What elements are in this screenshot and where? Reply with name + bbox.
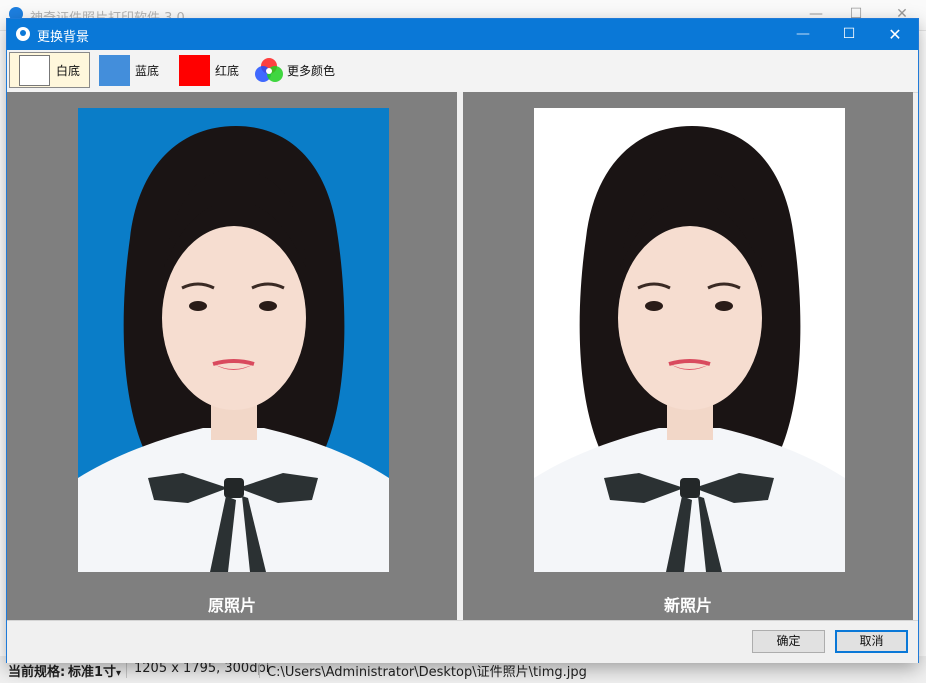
original-photo-panel: 原照片 [7, 92, 457, 620]
original-photo [78, 108, 389, 572]
dialog-title: 更换背景 [37, 30, 90, 45]
spec-label: 当前规格: [8, 665, 66, 680]
file-path-text: C:\Users\Administrator\Desktop\证件照片\timg… [267, 665, 587, 680]
dialog-maximize-button[interactable]: ☐ [826, 19, 872, 50]
spec-value: 标准1寸 [68, 665, 117, 680]
red-background-button[interactable]: 红底 [177, 52, 251, 88]
ok-button[interactable]: 确定 [752, 630, 825, 653]
more-colors-button[interactable]: 更多颜色 [253, 52, 345, 88]
dialog-titlebar: 更换背景 — ☐ ✕ [7, 19, 918, 50]
chevron-down-icon: ▾ [116, 668, 122, 679]
blue-background-button[interactable]: 蓝底 [97, 52, 171, 88]
red-swatch [179, 55, 210, 86]
new-photo [534, 108, 845, 572]
change-background-dialog: 更换背景 — ☐ ✕ 白底 蓝底 红底 更多颜色 原照片 新照片 确定 取消 [7, 19, 918, 663]
spec-dropdown[interactable]: 标准1寸▾ [68, 661, 121, 680]
dialog-close-button[interactable]: ✕ [872, 19, 918, 50]
white-background-button[interactable]: 白底 [9, 52, 90, 88]
blue-background-label: 蓝底 [135, 64, 160, 78]
original-photo-caption: 原照片 [207, 596, 256, 615]
portrait-image [78, 126, 389, 572]
background-color-toolbar: 白底 蓝底 红底 更多颜色 [7, 50, 918, 93]
blue-swatch [99, 55, 130, 86]
white-swatch [19, 55, 50, 86]
white-background-label: 白底 [56, 64, 81, 78]
rgb-color-wheel-icon [255, 58, 283, 82]
new-photo-caption: 新照片 [663, 596, 712, 615]
cancel-button[interactable]: 取消 [835, 630, 908, 653]
dialog-minimize-button[interactable]: — [780, 19, 826, 50]
resolution-text: 1205 x 1795, 300dpi [134, 661, 270, 676]
new-photo-panel: 新照片 [463, 92, 913, 620]
dialog-button-bar: 确定 取消 [7, 620, 918, 663]
more-colors-label: 更多颜色 [287, 64, 336, 78]
portrait-image [534, 126, 845, 572]
app-logo-icon [16, 27, 30, 41]
red-background-label: 红底 [215, 64, 240, 78]
